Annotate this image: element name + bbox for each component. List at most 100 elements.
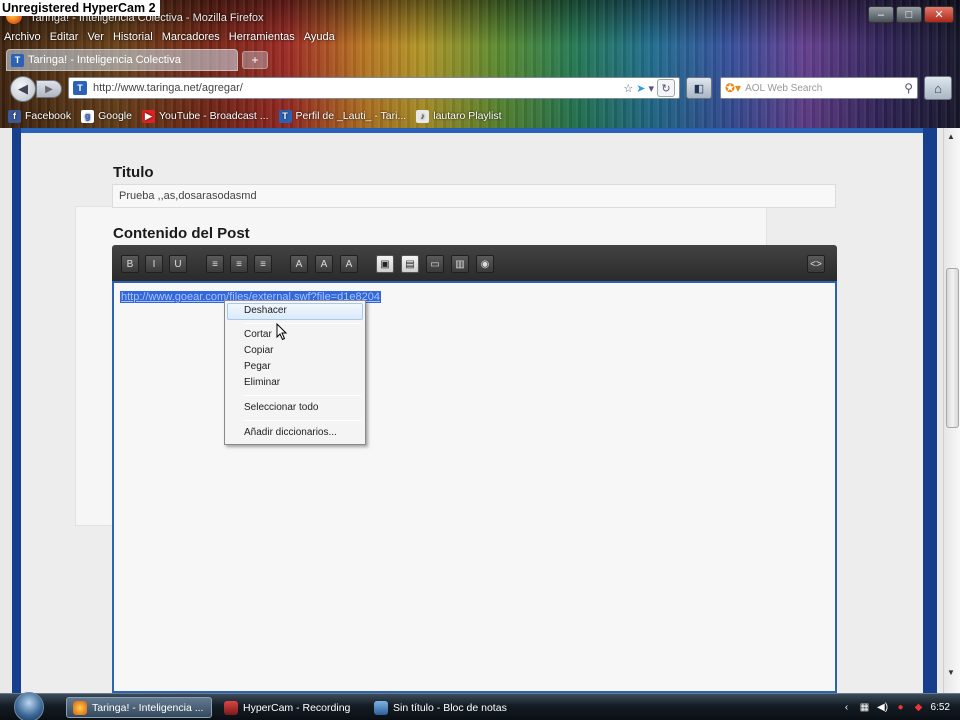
menu-add-dictionaries[interactable]: Añadir diccionarios... — [244, 427, 337, 438]
menu-archivo[interactable]: Archivo — [4, 31, 41, 46]
site-identity-icon: T — [73, 81, 87, 95]
show-hidden-icon[interactable]: ‹ — [841, 702, 853, 714]
menu-bar: Archivo Editar Ver Historial Marcadores … — [4, 31, 335, 46]
menu-select-all[interactable]: Seleccionar todo — [244, 402, 319, 413]
bookmark-label: lautaro Playlist — [433, 110, 502, 122]
task-label: Sin título - Bloc de notas — [393, 701, 507, 714]
maximize-button[interactable]: □ — [896, 6, 922, 23]
flash-button[interactable]: ▤ — [401, 255, 419, 273]
volume-icon[interactable]: ◀) — [877, 702, 889, 714]
scroll-up-icon[interactable]: ▲ — [947, 132, 955, 141]
notepad-task-icon — [374, 700, 388, 715]
task-firefox[interactable]: Taringa! - Inteligencia ... — [66, 697, 212, 718]
align-center-button[interactable]: ≡ — [230, 255, 248, 273]
url-text[interactable]: http://www.taringa.net/agregar/ — [93, 82, 617, 94]
hypercam-task-icon — [224, 700, 238, 715]
video-button[interactable]: ▭ — [426, 255, 444, 273]
recorder-watermark: Unregistered HyperCam 2 — [0, 0, 160, 16]
image-button[interactable]: ▣ — [376, 255, 394, 273]
url-bar[interactable]: T http://www.taringa.net/agregar/ ☆ ➤ ▾ … — [68, 77, 680, 99]
back-forward-group: ▶ ◀ — [10, 76, 62, 102]
menu-ver[interactable]: Ver — [87, 31, 104, 46]
page-border-right — [923, 128, 937, 693]
task-label: HyperCam - Recording — [243, 701, 351, 714]
font-family-button[interactable]: A — [340, 255, 358, 273]
tab-label: Taringa! - Inteligencia Colectiva — [28, 54, 181, 66]
menu-separator — [243, 395, 361, 396]
facebook-icon: f — [8, 109, 21, 123]
emoticon-button[interactable]: ◉ — [476, 255, 494, 273]
menu-cut[interactable]: Cortar — [244, 329, 272, 340]
menu-herramientas[interactable]: Herramientas — [229, 31, 295, 46]
firefox-task-icon — [73, 700, 87, 715]
menu-separator — [243, 420, 361, 421]
window-controls: – □ ✕ — [868, 6, 954, 23]
search-icon[interactable]: ⚲ — [904, 81, 913, 95]
task-notepad[interactable]: Sin título - Bloc de notas — [368, 697, 514, 718]
bookmark-facebook[interactable]: f Facebook — [8, 109, 71, 123]
bookmark-label: Google — [98, 110, 132, 122]
menu-copy[interactable]: Copiar — [244, 345, 273, 356]
security-icon[interactable]: ● — [895, 702, 907, 714]
page-content: Titulo Prueba ,,as,dosarasodasmd Conteni… — [0, 128, 960, 693]
scroll-down-icon[interactable]: ▼ — [947, 668, 955, 677]
quote-button[interactable]: ▥ — [451, 255, 469, 273]
search-bar[interactable]: ✪▾ AOL Web Search ⚲ — [720, 77, 918, 99]
new-tab-button[interactable]: + — [242, 51, 268, 69]
menu-historial[interactable]: Historial — [113, 31, 153, 46]
align-right-button[interactable]: ≡ — [254, 255, 272, 273]
menu-delete[interactable]: Eliminar — [244, 377, 280, 388]
url-tools: ☆ ➤ ▾ ↻ — [623, 79, 679, 97]
twitter-icon[interactable]: ➤ — [636, 82, 645, 95]
font-size-button[interactable]: A — [315, 255, 333, 273]
page-scrollbar[interactable]: ▲ ▼ — [943, 128, 960, 693]
network-icon[interactable]: ▦ — [859, 702, 871, 714]
star-icon[interactable]: ☆ — [623, 82, 633, 95]
content-editor[interactable]: http://www.goear.com/files/external.swf?… — [112, 281, 837, 693]
playlist-icon: ♪ — [416, 109, 430, 123]
close-button[interactable]: ✕ — [924, 6, 954, 23]
menu-undo[interactable]: Deshacer — [244, 305, 287, 316]
source-code-button[interactable]: <> — [807, 255, 825, 273]
dropdown-icon[interactable]: ▾ — [648, 82, 654, 95]
bold-button[interactable]: B — [121, 255, 139, 273]
search-engine-icon[interactable]: ✪▾ — [725, 81, 741, 95]
forward-button[interactable]: ▶ — [36, 80, 62, 98]
menu-marcadores[interactable]: Marcadores — [162, 31, 220, 46]
align-left-button[interactable]: ≡ — [206, 255, 224, 273]
title-input[interactable]: Prueba ,,as,dosarasodasmd — [112, 184, 836, 208]
scroll-thumb[interactable] — [946, 268, 959, 428]
menu-separator — [243, 323, 361, 324]
title-bar: Taringa! - Inteligencia Colectiva - Mozi… — [0, 0, 960, 30]
font-color-button[interactable]: A — [290, 255, 308, 273]
taskbar: Taringa! - Inteligencia ... HyperCam - R… — [0, 692, 960, 720]
tab-taringa[interactable]: T Taringa! - Inteligencia Colectiva — [6, 49, 238, 71]
menu-paste[interactable]: Pegar — [244, 361, 271, 372]
shield-icon[interactable]: ◆ — [913, 702, 925, 714]
mouse-cursor-icon — [276, 323, 288, 341]
underline-button[interactable]: U — [169, 255, 187, 273]
start-button[interactable] — [14, 692, 44, 720]
menu-ayuda[interactable]: Ayuda — [304, 31, 335, 46]
editor-toolbar: B I U ≡ ≡ ≡ A A A ▣ ▤ ▭ ▥ ◉ <> — [112, 245, 837, 281]
clock[interactable]: 6:52 — [931, 702, 950, 713]
bookmark-youtube[interactable]: ▶ YouTube - Broadcast ... — [141, 109, 269, 123]
bookmarks-bar: f Facebook g Google ▶ YouTube - Broadcas… — [0, 106, 960, 126]
context-menu: Deshacer Cortar Copiar Pegar Eliminar Se… — [224, 300, 366, 445]
bookmark-manager-button[interactable]: ◧ — [686, 77, 712, 99]
reload-button[interactable]: ↻ — [657, 79, 675, 97]
search-input[interactable]: AOL Web Search — [745, 83, 900, 94]
task-hypercam[interactable]: HyperCam - Recording — [218, 697, 364, 718]
taringa-icon: T — [278, 109, 292, 123]
minimize-button[interactable]: – — [868, 6, 894, 23]
bookmark-playlist[interactable]: ♪ lautaro Playlist — [416, 109, 502, 123]
bookmark-google[interactable]: g Google — [81, 109, 132, 123]
home-button[interactable]: ⌂ — [924, 76, 952, 100]
menu-editar[interactable]: Editar — [50, 31, 79, 46]
taringa-favicon-icon: T — [11, 53, 24, 67]
italic-button[interactable]: I — [145, 255, 163, 273]
back-button[interactable]: ◀ — [10, 76, 36, 102]
bookmark-perfil[interactable]: T Perfil de _Lauti_ - Tari... — [278, 109, 407, 123]
task-label: Taringa! - Inteligencia ... — [92, 701, 204, 714]
bookmark-label: Perfil de _Lauti_ - Tari... — [295, 110, 407, 122]
